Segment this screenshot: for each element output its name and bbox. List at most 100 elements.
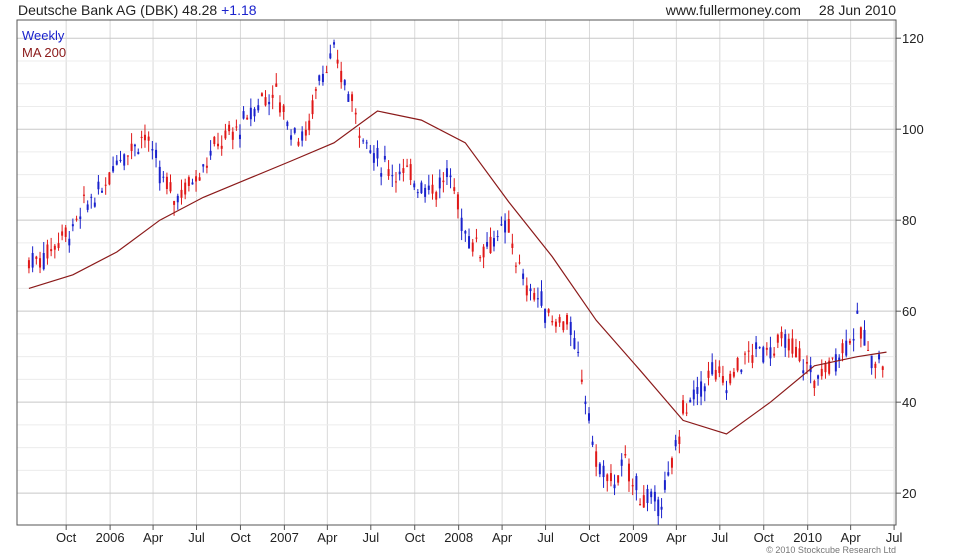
candle-body	[119, 159, 122, 162]
candle-body	[729, 373, 732, 384]
candle-body	[402, 168, 405, 173]
candle-body	[878, 354, 881, 360]
candle-body	[130, 143, 133, 152]
candle-body	[758, 347, 761, 349]
candle-body	[394, 181, 397, 183]
candle-body	[347, 94, 350, 102]
candle-body	[468, 236, 471, 249]
candle-body	[198, 177, 201, 181]
x-tick-label: Jul	[712, 530, 729, 545]
x-tick-label: 2010	[793, 530, 822, 545]
candle-body	[689, 399, 692, 403]
candle-body	[670, 458, 673, 468]
copyright: © 2010 Stockcube Research Ltd	[766, 545, 896, 555]
candle-body	[143, 134, 146, 141]
candle-body	[68, 238, 71, 246]
candle-body	[595, 451, 598, 467]
candle-body	[53, 245, 56, 250]
candle-body	[42, 253, 45, 270]
y-tick-label: 60	[902, 304, 916, 319]
candle-body	[642, 495, 645, 508]
candle-body	[650, 491, 653, 498]
candle-body	[682, 400, 685, 414]
candle-body	[195, 176, 198, 182]
candle-body	[325, 71, 328, 73]
candle-body	[191, 182, 194, 185]
candle-body	[387, 169, 390, 177]
candle-body	[475, 237, 478, 239]
ma-200-line	[28, 110, 887, 435]
candle-body	[438, 177, 441, 189]
candle-body	[711, 362, 714, 375]
candle-body	[507, 219, 510, 233]
candle-body	[268, 101, 271, 105]
candle-body	[562, 321, 565, 331]
candle-body	[253, 108, 256, 117]
candle-body	[784, 334, 787, 348]
candle-body	[486, 242, 489, 247]
candle-body	[173, 201, 176, 205]
candle-body	[209, 150, 212, 156]
x-tick-label: Jul	[537, 530, 554, 545]
candle-body	[354, 112, 357, 115]
candle-body	[856, 310, 859, 314]
candle-body	[314, 89, 317, 91]
candle-body	[271, 94, 274, 98]
candle-body	[703, 386, 706, 392]
x-tick-label: Jul	[188, 530, 205, 545]
candle-body	[162, 176, 165, 178]
candle-body	[228, 124, 231, 132]
candle-body	[301, 131, 304, 141]
candle-body	[308, 120, 311, 131]
candle-body	[202, 164, 205, 167]
candle-body	[147, 136, 150, 141]
candle-body	[278, 102, 281, 113]
x-tick-label: Jul	[886, 530, 903, 545]
candle-body	[598, 463, 601, 475]
candle-body	[551, 320, 554, 323]
candle-body	[848, 340, 851, 344]
candle-body	[504, 220, 507, 233]
candle-body	[238, 134, 241, 140]
candle-body	[718, 366, 721, 373]
candle-body	[416, 192, 419, 194]
candle-body	[544, 308, 547, 323]
candle-body	[372, 153, 375, 163]
candle-body	[275, 83, 278, 87]
candle-body	[787, 338, 790, 351]
candle-body	[817, 375, 820, 379]
candle-body	[217, 143, 220, 147]
x-tick-label: 2006	[96, 530, 125, 545]
price-chart: 20 40 60 80 100 120 Oct 2006 Apr Jul Oct 2007 Apr Jul…	[16, 19, 924, 545]
candle-body	[333, 42, 336, 45]
candle-body	[424, 187, 427, 197]
candle-body	[380, 173, 383, 177]
candle-body	[547, 309, 550, 313]
candle-body	[620, 459, 623, 466]
candle-body	[286, 121, 289, 127]
candle-body	[358, 135, 361, 138]
y-tick-label: 100	[902, 122, 924, 137]
candle-body	[609, 473, 612, 482]
candle-body	[747, 350, 750, 352]
candle-body	[813, 380, 816, 389]
y-tick-label: 120	[902, 31, 924, 46]
candle-body	[165, 176, 168, 189]
candle-body	[820, 368, 823, 377]
candle-body	[529, 288, 532, 292]
candle-body	[780, 331, 783, 339]
candle-body	[311, 100, 314, 115]
candle-body	[420, 182, 423, 194]
candle-body	[721, 376, 724, 383]
candle-body	[500, 224, 503, 226]
candle-body	[471, 242, 474, 252]
candle-body	[617, 475, 620, 483]
candle-body	[97, 181, 100, 190]
candle-body	[445, 168, 448, 177]
candle-body	[427, 185, 430, 190]
candle-body	[187, 177, 190, 186]
candle-body	[881, 366, 884, 370]
candle-body	[75, 218, 78, 220]
candle-body	[108, 172, 111, 185]
candle-body	[112, 166, 115, 172]
